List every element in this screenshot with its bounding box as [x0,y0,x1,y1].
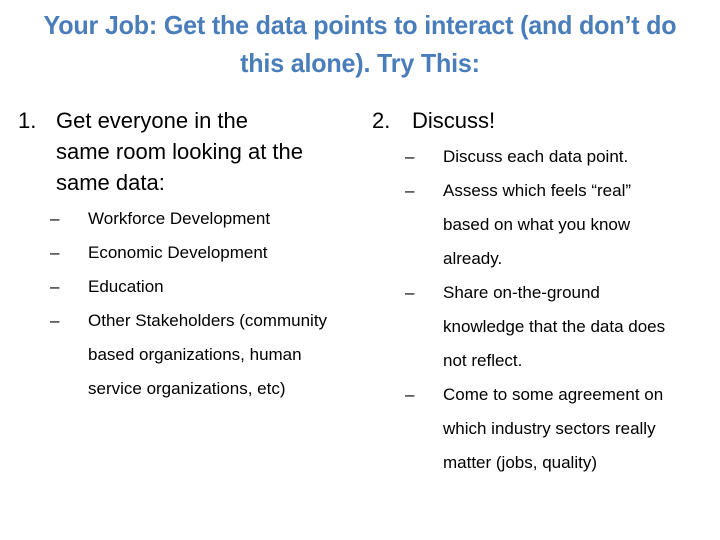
slide-body: 1. Get everyone in the same room looking… [0,105,720,535]
list-item: – Education [50,270,362,304]
dash-bullet-icon: – [50,277,60,296]
dash-bullet-icon: – [50,243,60,262]
list-item: – Come to some agreement on which indust… [405,378,714,480]
slide-title: Your Job: Get the data points to interac… [43,10,677,78]
sub-bullet-text: Assess which feels “real” based on what … [443,181,632,268]
numbered-item-2: 2. Discuss! [364,105,714,136]
list-item: – Assess which feels “real” based on wha… [405,174,714,276]
list-number-1: 1. [18,108,37,133]
dash-bullet-icon: – [50,311,60,330]
sub-bullet-text: Education [88,277,164,296]
content-column-left: 1. Get everyone in the same room looking… [10,105,362,406]
sub-bullet-text: Workforce Development [88,209,271,228]
sub-bullet-text: Economic Development [88,243,268,262]
sub-bullet-list-left: – Workforce Development – Economic Devel… [10,202,362,406]
list-item: – Discuss each data point. [405,140,714,174]
content-column-right: 2. Discuss! – Discuss each data point. –… [364,105,714,480]
list-item: – Economic Development [50,236,362,270]
list-item: – Workforce Development [50,202,362,236]
sub-bullet-text: Come to some agreement on which industry… [443,385,664,472]
sub-bullet-text: Other Stakeholders (community based orga… [88,311,328,398]
dash-bullet-icon: – [405,181,415,200]
sub-bullet-text: Discuss each data point. [443,147,629,166]
numbered-item-2-text: Discuss! [412,108,496,133]
sub-bullet-text: Share on-the-ground knowledge that the d… [443,283,666,370]
numbered-item-1-text: Get everyone in the same room looking at… [56,108,304,195]
dash-bullet-icon: – [50,209,60,228]
dash-bullet-icon: – [405,283,415,302]
dash-bullet-icon: – [405,385,415,404]
numbered-item-1: 1. Get everyone in the same room looking… [10,105,362,198]
list-number-2: 2. [372,108,391,133]
dash-bullet-icon: – [405,147,415,166]
list-item: – Other Stakeholders (community based or… [50,304,362,406]
list-item: – Share on-the-ground knowledge that the… [405,276,714,378]
sub-bullet-list-right: – Discuss each data point. – Assess whic… [364,140,714,480]
